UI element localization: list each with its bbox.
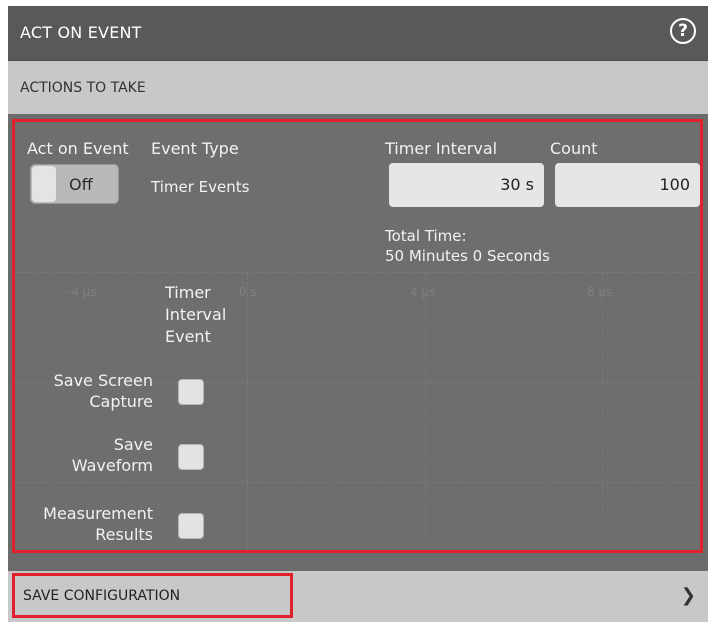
help-circle-icon[interactable]: ? bbox=[670, 18, 696, 44]
save-screen-capture-checkbox[interactable] bbox=[178, 379, 204, 405]
total-time-value: 50 Minutes 0 Seconds bbox=[385, 247, 550, 265]
background-tick: 0 s bbox=[239, 285, 257, 299]
timer-interval-event-header-line2: Interval bbox=[165, 305, 227, 324]
toggle-knob bbox=[32, 166, 56, 202]
total-time-label: Total Time: bbox=[385, 227, 467, 245]
save-waveform-label: Save Waveform bbox=[71, 435, 153, 475]
timer-interval-label: Timer Interval bbox=[385, 139, 498, 158]
background-tick: -4 µs bbox=[67, 285, 97, 299]
toggle-state: Off bbox=[69, 175, 93, 194]
save-waveform-checkbox[interactable] bbox=[178, 444, 204, 470]
timer-interval-event-header-line1: Timer bbox=[165, 283, 211, 302]
title-bar: ACT ON EVENT ? bbox=[8, 6, 708, 61]
actions-to-take-header[interactable]: ACTIONS TO TAKE bbox=[8, 61, 708, 114]
save-screen-capture-label: Save Screen Capture bbox=[53, 371, 153, 411]
act-on-event-label: Act on Event bbox=[27, 139, 129, 158]
count-field[interactable]: 100 bbox=[555, 163, 700, 207]
event-type-value: Timer Events bbox=[151, 178, 250, 196]
window-title: ACT ON EVENT bbox=[20, 23, 142, 42]
actions-panel: -4 µs 0 s 4 µs 8 µs Act on Event Event T… bbox=[12, 119, 703, 553]
save-configuration-row[interactable]: SAVE CONFIGURATION ❯ bbox=[8, 571, 708, 622]
save-configuration-label: SAVE CONFIGURATION bbox=[23, 588, 181, 604]
measurement-results-label: Measurement Results bbox=[43, 504, 153, 544]
actions-to-take-title: ACTIONS TO TAKE bbox=[20, 80, 146, 96]
act-on-event-toggle[interactable]: Off bbox=[30, 164, 119, 204]
count-label: Count bbox=[550, 139, 598, 158]
background-tick: 4 µs bbox=[410, 285, 436, 299]
background-tick: 8 µs bbox=[587, 285, 613, 299]
timer-interval-event-header-line3: Event bbox=[165, 327, 211, 346]
timer-interval-field[interactable]: 30 s bbox=[389, 163, 544, 207]
save-configuration-highlight: SAVE CONFIGURATION bbox=[12, 573, 293, 618]
measurement-results-checkbox[interactable] bbox=[178, 513, 204, 539]
event-type-label: Event Type bbox=[151, 139, 239, 158]
chevron-right-icon[interactable]: ❯ bbox=[681, 585, 696, 606]
act-on-event-window: ACT ON EVENT ? ACTIONS TO TAKE -4 µs 0 s… bbox=[8, 6, 708, 622]
